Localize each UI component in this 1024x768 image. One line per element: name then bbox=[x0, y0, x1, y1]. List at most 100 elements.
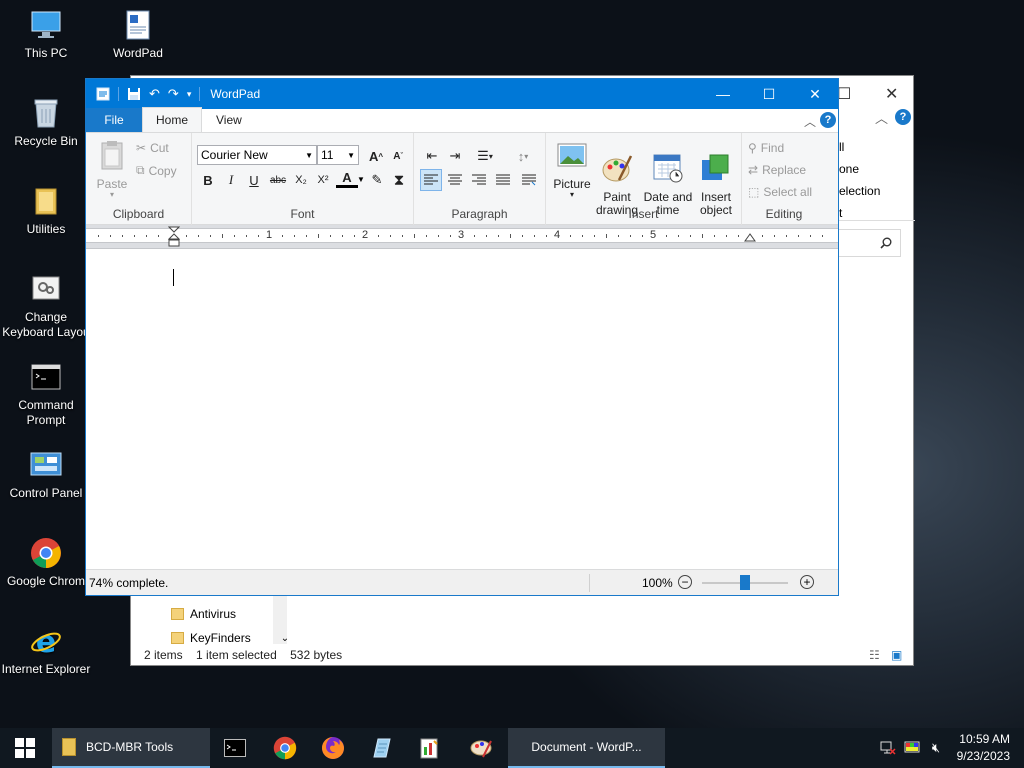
explorer-close-icon[interactable]: ✕ bbox=[885, 84, 898, 104]
wordpad-window[interactable]: ↶ ↷ ▾ WordPad — ☐ ✕ File Home View ︿ ? P… bbox=[85, 78, 839, 596]
cmd-icon bbox=[224, 739, 246, 757]
explorer-search-box[interactable] bbox=[837, 229, 901, 257]
insert-picture-button[interactable]: Picture ▾ bbox=[550, 139, 594, 199]
explorer-divider bbox=[831, 220, 915, 221]
cut-button[interactable]: ✂ Cut bbox=[136, 141, 169, 155]
binoculars-icon: ⚲ bbox=[748, 141, 757, 155]
desktop-icon-command-prompt[interactable]: Command Prompt bbox=[0, 360, 92, 428]
ruler-number: 2 bbox=[362, 229, 369, 241]
desktop-icon-change-keyboard-layout[interactable]: Change Keyboard Layou bbox=[0, 272, 92, 340]
justify-icon[interactable] bbox=[492, 169, 514, 191]
tab-home[interactable]: Home bbox=[142, 107, 202, 132]
indent-marker[interactable] bbox=[168, 226, 180, 248]
large-icons-view-icon[interactable]: ▣ bbox=[891, 648, 902, 662]
chevron-down-icon[interactable]: ▼ bbox=[357, 175, 365, 184]
highlighter-icon: ✎ bbox=[371, 172, 383, 187]
taskbar-chrome[interactable] bbox=[262, 728, 308, 768]
taskbar-clock[interactable]: 10:59 AM 9/23/2023 bbox=[957, 731, 1010, 765]
taskbar-app-paint[interactable] bbox=[456, 728, 506, 768]
start-button[interactable] bbox=[0, 728, 50, 768]
bold-button[interactable]: B bbox=[197, 169, 219, 191]
taskbar-app-notepad[interactable] bbox=[358, 728, 404, 768]
line-spacing-icon[interactable]: ↕ ▾ bbox=[508, 145, 538, 167]
font-family-select[interactable]: Courier New ▼ bbox=[197, 145, 317, 165]
align-left-icon[interactable] bbox=[420, 169, 442, 191]
text-color-button[interactable]: A bbox=[336, 169, 358, 188]
underline-button[interactable]: U bbox=[243, 169, 265, 191]
close-button[interactable]: ✕ bbox=[792, 79, 838, 109]
tab-view[interactable]: View bbox=[202, 108, 256, 132]
desktop-icon-utilities[interactable]: Utilities bbox=[0, 184, 92, 237]
taskbar-app-editor[interactable] bbox=[406, 728, 452, 768]
taskbar-cmd[interactable] bbox=[212, 728, 258, 768]
align-center-icon[interactable] bbox=[444, 169, 466, 191]
collapse-ribbon-icon[interactable]: ︿ bbox=[804, 113, 816, 130]
display-tray-icon[interactable] bbox=[902, 728, 922, 768]
increase-indent-icon[interactable]: ⇥ bbox=[444, 145, 466, 167]
maximize-button[interactable]: ☐ bbox=[746, 79, 792, 109]
shrink-font-button[interactable]: Aˇ bbox=[387, 145, 409, 167]
align-right-icon[interactable] bbox=[468, 169, 490, 191]
explorer-ribbon-text[interactable]: one bbox=[839, 158, 880, 180]
help-icon[interactable]: ? bbox=[820, 112, 836, 128]
grow-font-button[interactable]: A ^ bbox=[365, 145, 387, 167]
chevron-down-icon[interactable]: ⌄ bbox=[281, 633, 289, 644]
group-clipboard: Paste ▾ ✂ Cut ⧉ Copy Clipboard bbox=[86, 133, 192, 225]
explorer-maximize-icon[interactable]: ☐ bbox=[837, 84, 851, 104]
zoom-level: 100% bbox=[642, 576, 673, 590]
undo-icon[interactable]: ↶ bbox=[149, 86, 160, 102]
paint-drawing-button[interactable]: Paint drawing bbox=[594, 139, 640, 217]
replace-button[interactable]: ⇄ Replace bbox=[748, 163, 806, 177]
desktop-icon-google-chrome[interactable]: Google Chrom bbox=[0, 536, 92, 589]
strikethrough-button[interactable]: abc bbox=[267, 169, 289, 191]
desktop-icon-wordpad[interactable]: WordPad bbox=[92, 8, 184, 61]
minimize-button[interactable]: — bbox=[700, 79, 746, 109]
superscript-button[interactable]: X² bbox=[312, 169, 334, 191]
explorer-help-icon[interactable]: ? bbox=[895, 109, 911, 125]
right-indent-marker[interactable] bbox=[744, 233, 756, 243]
select-all-button[interactable]: ⬚ Select all bbox=[748, 185, 812, 199]
volume-muted-icon[interactable]: 🔇︎ bbox=[926, 728, 946, 768]
recycle-bin-icon bbox=[29, 96, 63, 130]
find-button[interactable]: ⚲ Find bbox=[748, 141, 784, 155]
details-view-icon[interactable]: ☷ bbox=[869, 648, 880, 662]
explorer-collapse-ribbon-icon[interactable]: ︿ bbox=[875, 108, 888, 127]
redo-icon[interactable]: ↷ bbox=[168, 86, 179, 102]
subscript-button[interactable]: X₂ bbox=[290, 169, 312, 191]
ruler[interactable]: 1 2 3 4 5 bbox=[86, 225, 838, 249]
explorer-ribbon-text[interactable]: election bbox=[839, 180, 880, 202]
taskbar-item-bcd-mbr-tools[interactable]: BCD-MBR Tools bbox=[52, 728, 210, 768]
wordpad-app-icon[interactable] bbox=[96, 87, 110, 101]
tab-file[interactable]: File bbox=[86, 108, 142, 132]
font-size-select[interactable]: 11 ▼ bbox=[317, 145, 359, 165]
date-time-button[interactable]: Date and time bbox=[642, 139, 694, 217]
wordpad-title-bar[interactable]: ↶ ↷ ▾ WordPad — ☐ ✕ bbox=[86, 79, 838, 109]
decrease-indent-icon[interactable]: ⇤ bbox=[421, 145, 443, 167]
desktop-icon-recycle-bin[interactable]: Recycle Bin bbox=[0, 96, 92, 149]
highlight-button[interactable]: ✎ bbox=[366, 169, 388, 191]
taskbar-item-wordpad-document[interactable]: Document - WordP... bbox=[508, 728, 665, 768]
desktop-icon-this-pc[interactable]: This PC bbox=[0, 8, 92, 61]
zoom-out-button[interactable]: − bbox=[678, 575, 692, 589]
calendar-clock-icon bbox=[653, 154, 683, 183]
italic-button[interactable]: I bbox=[220, 169, 242, 191]
network-tray-icon[interactable] bbox=[878, 728, 898, 768]
copy-button[interactable]: ⧉ Copy bbox=[136, 163, 177, 178]
tree-item[interactable]: KeyFinders ⌄ bbox=[171, 626, 289, 650]
desktop-icon-internet-explorer[interactable]: e Internet Explorer bbox=[0, 624, 92, 677]
taskbar-firefox[interactable] bbox=[310, 728, 356, 768]
tree-item[interactable]: Antivirus bbox=[171, 602, 289, 626]
desktop-icon-control-panel[interactable]: Control Panel bbox=[0, 448, 92, 501]
group-label: Clipboard bbox=[112, 207, 165, 221]
ruler-number: 1 bbox=[266, 229, 273, 241]
paragraph-settings-icon[interactable] bbox=[518, 169, 540, 191]
zoom-slider-thumb[interactable] bbox=[740, 575, 750, 590]
save-icon[interactable] bbox=[127, 87, 141, 101]
explorer-ribbon-text[interactable]: ll bbox=[839, 136, 880, 158]
insert-object-button[interactable]: Insert object bbox=[694, 139, 738, 217]
customize-quick-access-icon[interactable]: ▾ bbox=[187, 89, 192, 100]
paste-button[interactable]: Paste ▾ bbox=[94, 139, 130, 199]
bullets-icon[interactable]: ☰ ▾ bbox=[470, 145, 500, 167]
zoom-in-button[interactable]: + bbox=[800, 575, 814, 589]
document-area[interactable] bbox=[86, 255, 838, 571]
